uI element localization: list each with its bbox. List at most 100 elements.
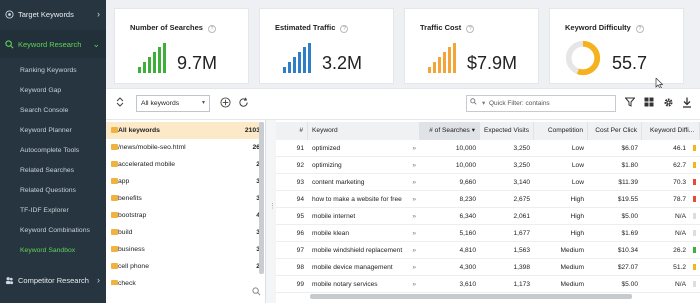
table-row[interactable]: 96 mobile klean » 5,160 1,677 High $1.69 N/A: [276, 225, 700, 242]
sidebar-item-keyword-planner[interactable]: Keyword Planner: [0, 122, 106, 140]
row-action-icon[interactable]: »: [404, 225, 420, 242]
sidebar-section-target-keywords[interactable]: Target Keywords ›: [0, 0, 106, 28]
sidebar-item-search-console[interactable]: Search Console: [0, 102, 106, 120]
tree-item[interactable]: business3: [106, 241, 264, 258]
sidebar-item-autocomplete-tools[interactable]: Autocomplete Tools: [0, 142, 106, 160]
help-icon[interactable]: ?: [466, 25, 475, 33]
cell-cost-per-click: $1.80: [621, 162, 638, 169]
help-icon[interactable]: ?: [635, 25, 644, 33]
row-action-icon[interactable]: »: [404, 276, 420, 293]
sidebar-item-keyword-combinations[interactable]: Keyword Combinations: [0, 222, 106, 240]
column-header-number[interactable]: #: [276, 122, 308, 140]
row-action-icon[interactable]: »: [404, 174, 420, 191]
tree-item[interactable]: /news/mobile-seo.html 26: [106, 139, 264, 156]
table-row[interactable]: 92 optimizing » 10,000 3,250 Low $1.80 62.7: [276, 157, 700, 174]
card-title: Number of Searches?: [130, 23, 216, 33]
column-header-competition[interactable]: Competition: [534, 122, 588, 140]
row-action-icon[interactable]: »: [404, 157, 420, 174]
search-icon[interactable]: [252, 287, 261, 298]
keyword-group-tree: All keywords 2103 /news/mobile-seo.html 26…: [106, 120, 266, 303]
grid-icon[interactable]: [643, 97, 655, 109]
bar-chart-icon: [428, 43, 460, 73]
add-circle-icon[interactable]: [219, 97, 231, 109]
cell-cost-per-click: $10.34: [617, 247, 638, 254]
sidebar-item-tf-idf-explorer[interactable]: TF-IDF Explorer: [0, 202, 106, 220]
tree-item-label: accelerated mobile: [118, 161, 176, 168]
difficulty-indicator: [693, 145, 696, 151]
sidebar-item-related-searches[interactable]: Related Searches: [0, 162, 106, 180]
sidebar-item-related-questions[interactable]: Related Questions: [0, 182, 106, 200]
cell-keyword-difficulty: N/A: [675, 213, 686, 220]
folder-icon: [111, 144, 118, 150]
cell-keyword: mobile device management: [312, 264, 393, 271]
cell-keyword: mobile internet: [312, 213, 356, 220]
cell-expected-visits: 1,173: [513, 281, 530, 288]
column-header-keyword-difficulty[interactable]: Keyword Diffi...: [642, 122, 700, 140]
refresh-icon[interactable]: [237, 97, 249, 109]
tree-item[interactable]: benefits3: [106, 190, 264, 207]
cell-keyword-difficulty: N/A: [675, 281, 686, 288]
table-row[interactable]: 91 optimized » 10,000 3,250 Low $6.07 46.1: [276, 140, 700, 157]
row-action-icon[interactable]: »: [404, 208, 420, 225]
expand-collapse-icon[interactable]: [114, 97, 126, 109]
cell-cost-per-click: $6.07: [621, 145, 638, 152]
cell-cost-per-click: $1.69: [621, 230, 638, 237]
tree-item-all-keywords[interactable]: All keywords 2103: [106, 122, 264, 139]
tree-item[interactable]: app3: [106, 173, 264, 190]
help-icon[interactable]: ?: [207, 25, 216, 33]
column-header-searches[interactable]: # of Searches ▾: [420, 122, 480, 140]
funnel-icon[interactable]: [624, 97, 636, 109]
tree-item[interactable]: check: [106, 275, 264, 285]
gear-icon[interactable]: [662, 97, 674, 109]
row-action-icon[interactable]: »: [404, 140, 420, 157]
tree-item[interactable]: build3: [106, 224, 264, 241]
chevron-down-icon: ▾: [482, 100, 486, 107]
column-header-keyword[interactable]: Keyword: [308, 122, 420, 140]
help-icon[interactable]: ?: [340, 25, 349, 33]
tree-item[interactable]: accelerated mobile2: [106, 156, 264, 173]
table-row[interactable]: 99 mobile notary services » 3,610 1,173 Mediu…: [276, 276, 700, 293]
keyword-group-select[interactable]: All keywords ▾: [136, 95, 210, 112]
quick-filter-input[interactable]: ▾ Quick Filter: contains: [466, 95, 616, 112]
cell-number: 91: [296, 145, 304, 152]
row-action-icon[interactable]: »: [404, 191, 420, 208]
sidebar-item-ranking-keywords[interactable]: Ranking Keywords: [0, 62, 106, 80]
tree-scrollbar[interactable]: [259, 122, 264, 274]
panel-splitter[interactable]: ⋮: [266, 120, 276, 303]
cell-number: 95: [296, 213, 304, 220]
column-header-expected-visits[interactable]: Expected Visits: [480, 122, 534, 140]
grid-horizontal-scrollbar[interactable]: [310, 294, 632, 299]
table-row[interactable]: 94 how to make a website for free» 8,230 2,…: [276, 191, 700, 208]
card-keyword-difficulty: Keyword Difficulty? 55.7: [549, 8, 684, 84]
card-title: Keyword Difficulty?: [565, 23, 644, 33]
keywords-grid: # Keyword # of Searches ▾ Expected Visit…: [276, 120, 700, 303]
folder-icon: [111, 229, 118, 235]
select-value: All keywords: [141, 100, 180, 107]
sidebar-section-competitor-research[interactable]: Competitor Research ›: [0, 266, 106, 294]
cell-cost-per-click: $5.00: [621, 281, 638, 288]
tree-item[interactable]: cell phone2: [106, 258, 264, 275]
table-row[interactable]: 95 mobile internet » 6,340 2,061 High $5.00 N/A: [276, 208, 700, 225]
row-action-icon[interactable]: »: [404, 242, 420, 259]
folder-icon: [111, 263, 118, 269]
table-row[interactable]: 93 content marketing » 9,660 3,140 Low $11.39 7…: [276, 174, 700, 191]
sidebar-item-keyword-sandbox[interactable]: Keyword Sandbox: [0, 242, 106, 260]
sidebar-item-keyword-gap[interactable]: Keyword Gap: [0, 82, 106, 100]
people-icon: [4, 275, 14, 285]
row-action-icon[interactable]: »: [404, 259, 420, 276]
table-row[interactable]: 98 mobile device management » 4,300 1,398 Med…: [276, 259, 700, 276]
cell-cost-per-click: $27.07: [617, 264, 638, 271]
toolbar: All keywords ▾ ▾ Quick Filter: contains: [106, 88, 700, 120]
table-row[interactable]: 97 mobile windshield replacement» 4,810 1,5…: [276, 242, 700, 259]
drag-handle-icon: ⋮: [269, 203, 276, 210]
column-header-cost-per-click[interactable]: Cost Per Click: [588, 122, 642, 140]
tree-item-label: check: [118, 280, 136, 285]
card-estimated-traffic: Estimated Traffic? 3.2M: [259, 8, 394, 84]
download-icon[interactable]: [681, 97, 693, 109]
cell-competition: High: [570, 196, 584, 203]
difficulty-indicator: [693, 281, 696, 287]
sidebar-section-keyword-research[interactable]: Keyword Research ⌄: [0, 30, 106, 58]
difficulty-indicator: [693, 230, 696, 236]
chevron-down-icon: ⌄: [92, 38, 100, 49]
tree-item[interactable]: bootstrap4: [106, 207, 264, 224]
